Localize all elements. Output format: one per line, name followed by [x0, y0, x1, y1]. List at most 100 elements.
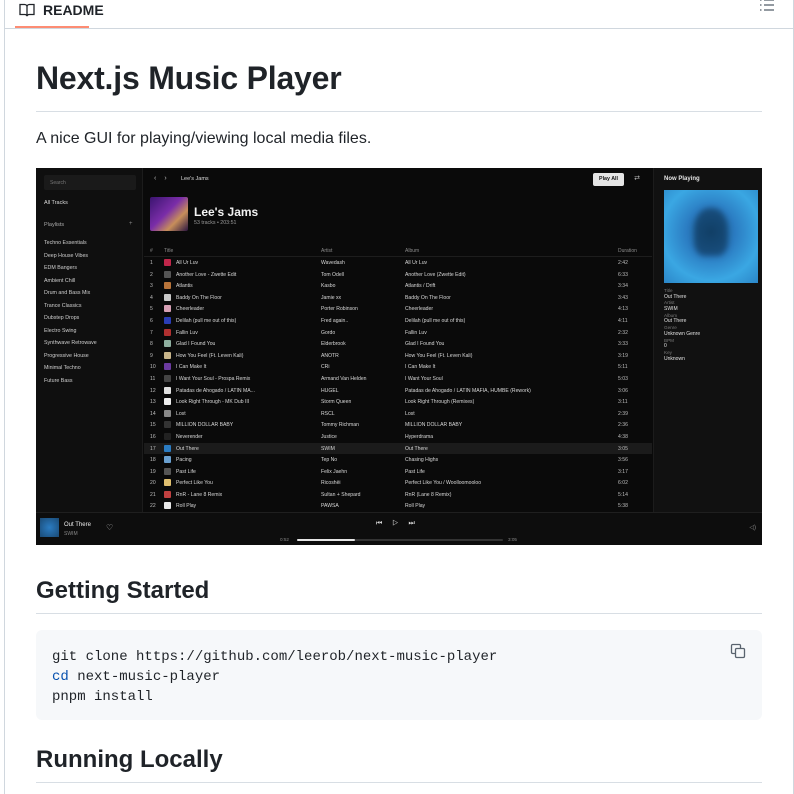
track-number: 2 [150, 271, 153, 278]
track-album: Delilah (pull me out of this) [405, 317, 466, 324]
track-album: Perfect Like You / Woolloomooloo [405, 480, 482, 487]
track-title: Delilah (pull me out of this) [176, 317, 237, 324]
app-screenshot: Search All Tracks Playlists + Techno Ess… [36, 168, 762, 545]
track-artist: PAWSA [321, 503, 339, 510]
track-thumbnail [164, 340, 171, 348]
track-thumbnail [164, 386, 171, 394]
track-row: 13 Look Right Through - MK Dub III Storm Q… [144, 396, 652, 408]
playlist-title: Lee's Jams [194, 205, 259, 219]
now-playing-field-value: Out There [664, 293, 687, 300]
track-duration: 4:13 [618, 306, 628, 313]
track-album: How You Feel (Ft. Leven Kali) [405, 352, 473, 359]
track-row: 17 Out There SWIM Out There 3:05 [144, 442, 652, 455]
readme-tab[interactable]: README [19, 0, 104, 24]
track-thumbnail [164, 351, 171, 359]
add-playlist-icon: + [129, 221, 133, 227]
now-playing-field-value: 0 [664, 343, 667, 350]
track-thumbnail [164, 259, 171, 266]
track-album: Hyperdrama [405, 433, 434, 440]
sidebar-playlist-item: Electro Swing [44, 327, 77, 334]
track-number: 1 [150, 260, 153, 266]
track-title: I Can Make It [176, 364, 207, 371]
track-duration: 2:39 [618, 410, 628, 417]
code-block: git clone https://github.com/leerob/next… [36, 630, 762, 720]
track-duration: 3:05 [618, 445, 628, 452]
track-album: RnR (Lane 8 Remix) [405, 491, 452, 498]
track-number: 22 [150, 503, 156, 510]
track-duration: 5:11 [618, 364, 628, 371]
track-duration: 2:36 [618, 422, 628, 429]
track-thumbnail [164, 328, 171, 336]
readme-title: Next.js Music Player [36, 60, 342, 96]
track-title: Past Life [176, 468, 196, 475]
track-number: 19 [150, 468, 156, 475]
active-tab-indicator [15, 26, 89, 28]
column-album: Album [405, 248, 420, 254]
track-album: Cheerleader [405, 306, 434, 313]
volume-icon: ◁) [749, 525, 756, 531]
track-artist: Ricoshëi [321, 480, 341, 487]
copy-icon[interactable] [730, 643, 748, 661]
progress-bar [297, 539, 503, 541]
track-row: 14 Lost RSCL Lost 2:39 [144, 408, 652, 420]
track-thumbnail [164, 363, 171, 371]
track-duration: 3:34 [618, 283, 628, 290]
code-keyword: cd [52, 669, 69, 685]
track-album: All Ur Luv [405, 260, 428, 266]
track-row: 6 Delilah (pull me out of this) Fred again… [144, 315, 652, 327]
track-thumbnail [164, 490, 171, 498]
track-list: 1 All Ur Luv Wavedash All Ur Luv 2:42 2 Anothe… [144, 257, 652, 512]
track-row: 12 Patadas de Ahogado / LATÏN MA... HUGEL P… [144, 385, 652, 397]
track-artist: Tom Odell [321, 271, 344, 278]
track-duration: 3:33 [618, 341, 628, 348]
code-line-2: cd next-music-player [52, 667, 746, 687]
track-artist: Jamie xx [321, 294, 342, 301]
now-playing-field-value: SWIM [664, 305, 678, 312]
track-thumbnail [164, 282, 171, 290]
track-thumbnail [164, 467, 171, 475]
shuffle-icon: ⇄ [634, 175, 640, 182]
track-thumbnail [164, 432, 171, 440]
track-title: Look Right Through - MK Dub III [176, 399, 250, 406]
track-duration: 3:43 [618, 294, 628, 301]
track-duration: 3:11 [618, 399, 628, 406]
track-album: Patadas de Ahogado / LATÏN MAFIA, HUMBE … [405, 387, 531, 394]
running-locally-divider [36, 782, 762, 783]
getting-started-divider [36, 613, 762, 614]
track-row: 2 Another Love - Zwette Edit Tom Odell Anot… [144, 269, 652, 281]
table-of-contents-icon[interactable] [759, 0, 777, 15]
track-number: 21 [150, 491, 156, 498]
track-album: Glad I Found You [405, 341, 445, 348]
track-title: I Want Your Soul - Prospa Remix [176, 375, 251, 382]
track-row: 19 Past Life Felix Jaehn Past Life 3:17 [144, 466, 652, 478]
track-row: 8 Glad I Found You Elderbrook Glad I Found … [144, 338, 652, 350]
heart-icon: ♡ [106, 523, 114, 532]
playback-controls-icon: ⏮▷⏭ [376, 520, 425, 527]
track-album: Baddy On The Floor [405, 294, 451, 301]
track-title: All Ur Luv [176, 260, 199, 266]
progress-fill [297, 539, 355, 541]
track-artist: RSCL [321, 410, 335, 417]
track-title: Baddy On The Floor [176, 294, 222, 301]
readme-tab-label: README [43, 2, 104, 18]
track-duration: 3:19 [618, 352, 628, 359]
track-duration: 3:56 [618, 457, 628, 464]
track-duration: 4:38 [618, 433, 628, 440]
track-artist: Wavedash [321, 260, 345, 266]
play-all-button: Play All [593, 173, 624, 186]
track-row: 18 Pacing Tep No Chasing Highs 3:56 [144, 454, 652, 466]
column-duration: Duration [618, 248, 637, 254]
all-tracks-link: All Tracks [44, 200, 68, 206]
track-number: 16 [150, 433, 156, 440]
track-album: I Want Your Soul [405, 375, 443, 382]
column-num: # [150, 248, 153, 254]
track-title: Roll Play [176, 503, 197, 510]
track-album: I Can Make It [405, 364, 436, 371]
now-playing-field-value: Unknown Genre [664, 330, 701, 337]
sidebar-playlist-item: Dubstep Drops [44, 315, 80, 321]
track-number: 5 [150, 306, 153, 313]
title-divider [36, 111, 762, 112]
track-thumbnail [164, 502, 171, 510]
playlist-meta: 53 tracks • 203:51 [194, 220, 237, 226]
now-playing-panel: Now Playing Title Out There Artist SWIM Albu… [653, 168, 762, 512]
